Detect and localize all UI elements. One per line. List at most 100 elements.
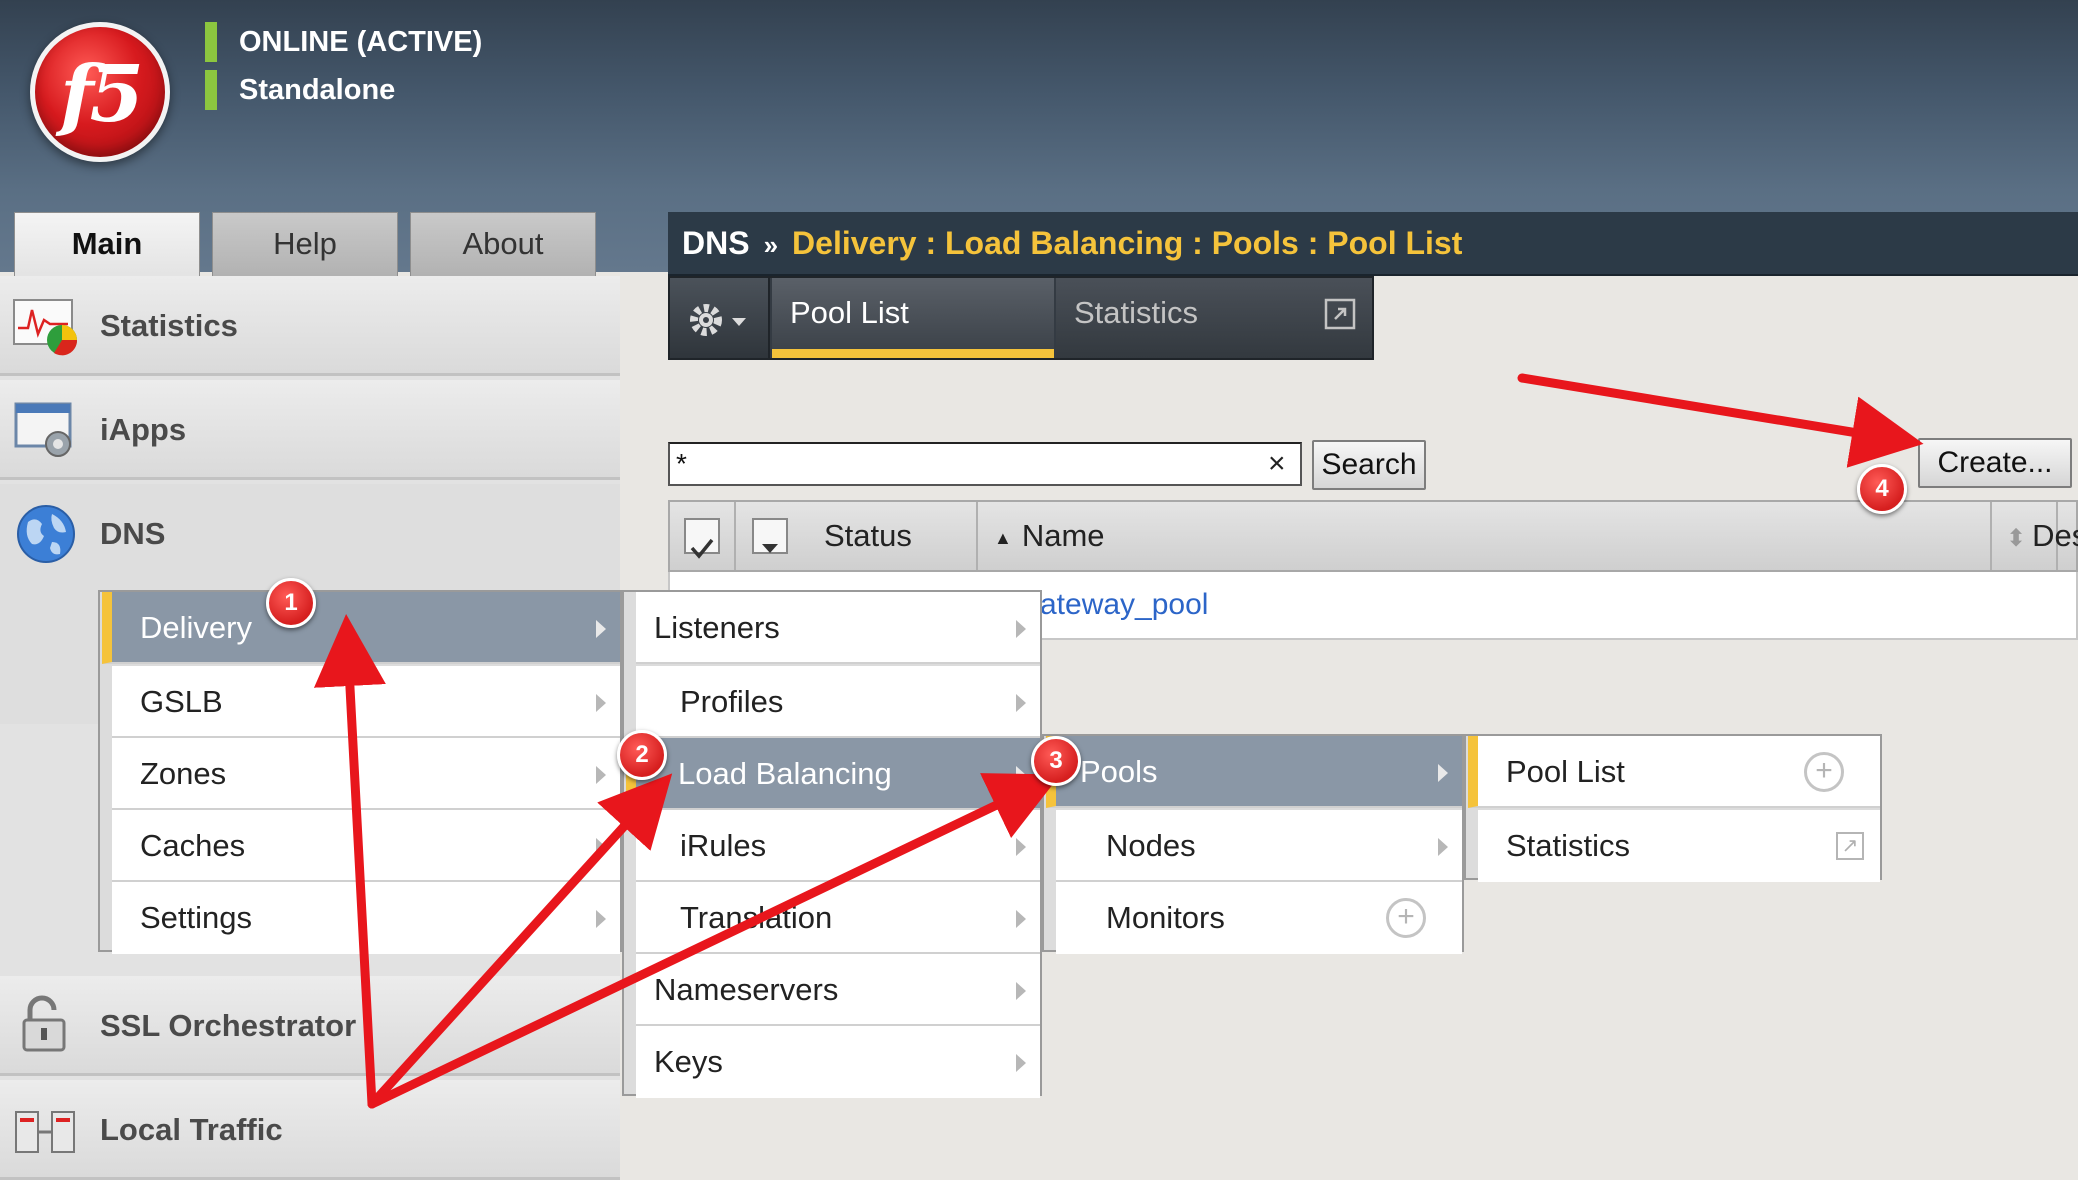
arrow-4 — [1517, 373, 1924, 468]
chevron-right-icon — [596, 620, 606, 638]
menu-item-label: Pools — [1080, 754, 1158, 789]
chevron-right-icon — [1016, 910, 1026, 928]
menu-item-label: GSLB — [140, 684, 223, 719]
chevron-down-icon — [762, 544, 778, 553]
menu-item-label: Statistics — [1506, 828, 1631, 863]
servers-icon — [15, 1111, 75, 1153]
menu-item-profiles[interactable]: Profiles — [636, 666, 1040, 738]
delivery-submenu: Listeners Profiles Load Balancing iRules… — [622, 590, 1042, 1098]
statistics-icon — [13, 299, 78, 356]
step-badge-1: 1 — [266, 578, 316, 628]
menu-item-load-balancing[interactable]: Load Balancing — [626, 738, 1040, 810]
menu-item-label: Caches — [140, 828, 246, 863]
column-description[interactable]: ⬍Des — [1990, 502, 2078, 570]
sidebar-item-ssl-orchestrator[interactable]: SSL Orchestrator — [0, 976, 620, 1076]
menu-item-label: Monitors — [1106, 900, 1225, 935]
add-pool-icon[interactable]: + — [1804, 752, 1844, 792]
f5-logo: f5 — [30, 22, 170, 162]
external-link-icon — [1324, 298, 1356, 330]
menu-item-delivery[interactable]: Delivery — [102, 592, 620, 664]
menu-item-translation[interactable]: Translation — [636, 882, 1040, 954]
settings-menu-button[interactable] — [670, 278, 770, 358]
search-button[interactable]: Search — [1312, 440, 1426, 490]
column-description-label: Des — [2032, 518, 2078, 553]
subtab-bar: Pool List Statistics — [668, 276, 1374, 360]
chevron-right-icon — [1438, 764, 1448, 782]
menu-item-zones[interactable]: Zones — [112, 738, 620, 810]
breadcrumb-path: Delivery : Load Balancing : Pools : Pool… — [792, 225, 1463, 261]
lock-icon — [22, 995, 66, 1052]
external-link-icon[interactable]: ↗ — [1836, 832, 1864, 860]
menu-item-listeners[interactable]: Listeners — [636, 592, 1040, 664]
chevron-right-icon — [596, 694, 606, 712]
menu-item-label: Settings — [140, 900, 253, 935]
tab-pool-list[interactable]: Pool List — [772, 278, 1054, 358]
clear-search-icon[interactable]: × — [1268, 446, 1286, 482]
menu-item-label: iRules — [680, 828, 767, 863]
chevron-right-icon — [1016, 620, 1026, 638]
breadcrumb-root[interactable]: DNS — [682, 225, 750, 261]
menu-item-caches[interactable]: Caches — [112, 810, 620, 882]
menu-item-label: Zones — [140, 756, 227, 791]
iapps-icon — [14, 402, 72, 457]
step-badge-4: 4 — [1857, 464, 1907, 514]
column-status[interactable]: Status — [738, 502, 978, 570]
menu-item-label: Delivery — [140, 610, 252, 645]
menu-item-label: Profiles — [680, 684, 784, 719]
chevron-right-icon — [596, 838, 606, 856]
tab-help[interactable]: Help — [212, 212, 398, 276]
sidebar-label: Statistics — [100, 308, 238, 343]
tab-main[interactable]: Main — [14, 212, 200, 278]
column-name[interactable]: ▲ Name — [980, 502, 2058, 570]
menu-item-irules[interactable]: iRules — [636, 810, 1040, 882]
sidebar-label: DNS — [100, 516, 166, 551]
breadcrumb-separator: » — [763, 230, 779, 260]
menu-item-pool-statistics[interactable]: Statistics ↗ — [1478, 810, 1880, 882]
chevron-right-icon — [1016, 694, 1026, 712]
menu-item-label: Load Balancing — [678, 756, 892, 791]
menu-item-nameservers[interactable]: Nameservers — [636, 954, 1040, 1026]
select-all-cell — [670, 502, 736, 570]
sidebar-item-statistics[interactable]: Statistics — [0, 276, 620, 376]
menu-item-keys[interactable]: Keys — [636, 1026, 1040, 1098]
column-status-label: Status — [824, 518, 912, 553]
sidebar-label: iApps — [100, 412, 187, 447]
step-badge-3: 3 — [1031, 736, 1081, 786]
checkmark-icon — [690, 538, 714, 559]
tab-statistics-label: Statistics — [1074, 295, 1199, 330]
dns-submenu: Delivery GSLB Zones Caches Settings — [98, 590, 622, 954]
status-filter-dropdown[interactable] — [752, 518, 788, 554]
sidebar-item-local-traffic[interactable]: Local Traffic — [0, 1080, 620, 1180]
menu-item-gslb[interactable]: GSLB — [112, 666, 620, 738]
menu-item-nodes[interactable]: Nodes — [1056, 810, 1462, 882]
pool-name-link[interactable]: ateway_pool — [1040, 586, 1208, 624]
add-monitor-icon[interactable]: + — [1386, 898, 1426, 938]
chevron-down-icon — [732, 318, 746, 326]
menu-item-label: Listeners — [654, 610, 780, 645]
tab-statistics[interactable]: Statistics — [1056, 278, 1372, 358]
sort-icon: ⬍ — [2006, 525, 2027, 552]
menu-item-settings[interactable]: Settings — [112, 882, 620, 954]
gear-icon — [690, 304, 746, 336]
chevron-right-icon — [1016, 982, 1026, 1000]
create-button[interactable]: Create... — [1918, 438, 2072, 488]
tab-about[interactable]: About — [410, 212, 596, 276]
select-all-checkbox[interactable] — [684, 518, 720, 559]
sort-ascending-icon: ▲ — [994, 527, 1012, 548]
chevron-right-icon — [1016, 1054, 1026, 1072]
menu-item-label: Nodes — [1106, 828, 1196, 863]
chevron-right-icon — [1016, 838, 1026, 856]
search-input[interactable]: * — [668, 442, 1302, 486]
step-badge-2: 2 — [617, 730, 667, 780]
status-mode: Standalone — [205, 70, 395, 110]
chevron-right-icon — [1016, 766, 1026, 784]
load-balancing-submenu: Pools Nodes Monitors + — [1042, 734, 1464, 954]
menu-item-monitors[interactable]: Monitors + — [1056, 882, 1462, 954]
menu-item-pool-list[interactable]: Pool List + — [1468, 736, 1880, 808]
sidebar-item-iapps[interactable]: iApps — [0, 380, 620, 480]
breadcrumb: DNS » Delivery : Load Balancing : Pools : … — [668, 212, 2078, 276]
pools-submenu: Pool List + Statistics ↗ — [1464, 734, 1882, 882]
menu-item-pools[interactable]: Pools — [1046, 736, 1462, 808]
logo-text: f5 — [60, 49, 144, 140]
menu-item-label: Keys — [654, 1044, 723, 1079]
